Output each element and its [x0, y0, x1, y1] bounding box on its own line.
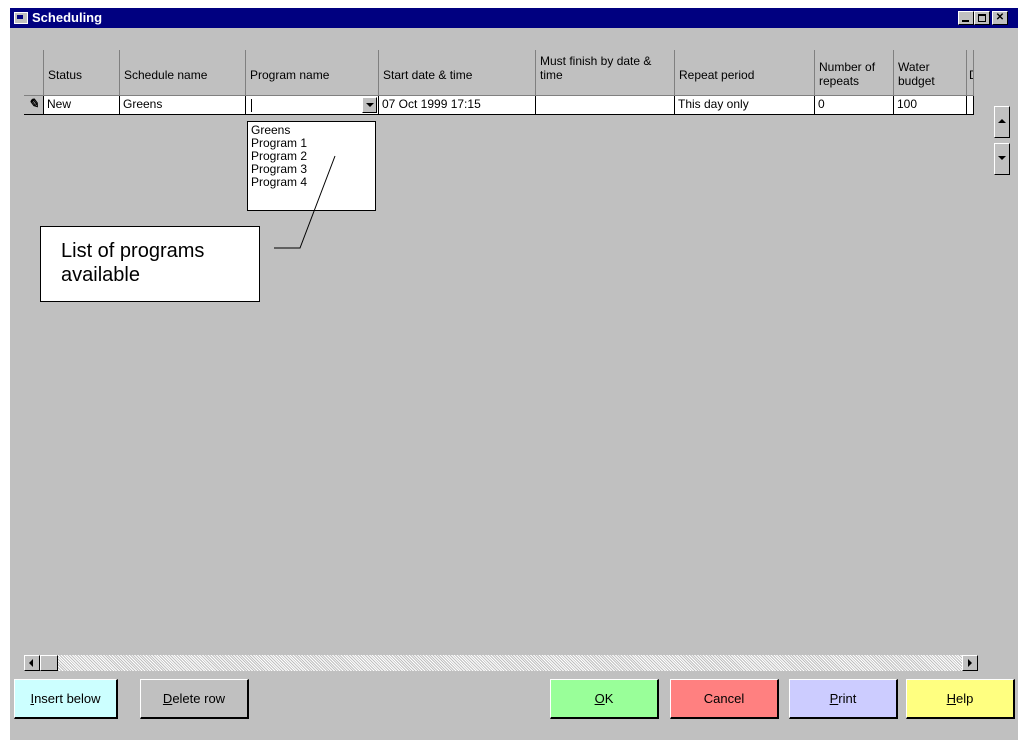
callout-line: [274, 155, 336, 249]
mnemonic: H: [946, 691, 957, 706]
column-header-label: Start date & time: [383, 68, 473, 82]
grid-header: Status Schedule name Program name Start …: [24, 50, 974, 96]
horizontal-scrollbar[interactable]: [24, 655, 978, 671]
column-header-label: Schedule name: [124, 68, 208, 82]
scroll-down-button[interactable]: [994, 143, 1010, 175]
list-item[interactable]: Program 4: [251, 176, 375, 189]
cell-d[interactable]: [967, 96, 974, 115]
close-icon: ✕: [995, 12, 1005, 23]
button-label: elp: [956, 691, 974, 706]
cell-schedule-name[interactable]: Greens: [120, 96, 246, 115]
button-label: K: [604, 691, 614, 706]
close-button[interactable]: ✕: [992, 11, 1008, 25]
print-button[interactable]: Print: [789, 679, 898, 719]
column-header-start-date[interactable]: Start date & time: [379, 50, 536, 96]
minimize-icon: [962, 20, 969, 22]
column-header-label: D: [969, 68, 973, 82]
column-header-status[interactable]: Status: [44, 50, 120, 96]
button-label: rint: [838, 691, 857, 706]
annotation-text: List of programs: [61, 240, 205, 262]
cell-repeat-period[interactable]: This day only: [675, 96, 815, 115]
mnemonic: P: [829, 691, 839, 706]
cell-water-budget[interactable]: 100: [894, 96, 967, 115]
scroll-thumb[interactable]: [40, 655, 58, 671]
cell-status[interactable]: New: [44, 96, 120, 115]
column-header-label: Repeat period: [679, 68, 755, 82]
mnemonic: D: [162, 691, 173, 706]
column-header-label: Must finish by date & time: [540, 54, 652, 82]
column-header-program-name[interactable]: Program name: [246, 50, 379, 96]
column-header-number-of-repeats[interactable]: Number of repeats: [815, 50, 894, 96]
cell-number-of-repeats[interactable]: 0: [815, 96, 894, 115]
column-header-label: Water budget: [898, 60, 935, 88]
maximize-icon: [978, 14, 986, 22]
text-caret: [251, 99, 252, 112]
table-row[interactable]: ✎ New Greens 07 Oct 1999 17:15 This day …: [24, 96, 974, 115]
insert-below-button[interactable]: Insert below: [14, 679, 118, 719]
minimize-button[interactable]: [958, 11, 974, 25]
cell-must-finish[interactable]: [536, 96, 675, 115]
ok-button[interactable]: OK: [550, 679, 659, 719]
scroll-up-button[interactable]: [994, 106, 1010, 138]
column-header-schedule-name[interactable]: Schedule name: [120, 50, 246, 96]
annotation-callout: List of programs available: [40, 226, 260, 302]
annotation-text: available: [61, 264, 140, 286]
cell-start-date[interactable]: 07 Oct 1999 17:15: [379, 96, 536, 115]
help-button[interactable]: Help: [906, 679, 1015, 719]
title-bar[interactable]: Scheduling ✕: [10, 8, 1018, 28]
delete-row-button[interactable]: Delete row: [140, 679, 249, 719]
button-label: nsert below: [34, 691, 101, 706]
column-header-label: Number of repeats: [819, 60, 876, 88]
app-window-icon: [14, 12, 28, 24]
button-label: elete row: [172, 691, 226, 706]
scroll-left-button[interactable]: [24, 655, 40, 671]
maximize-button[interactable]: [974, 11, 990, 25]
column-header-repeat-period[interactable]: Repeat period: [675, 50, 815, 96]
mnemonic: O: [594, 691, 605, 706]
column-header-must-finish[interactable]: Must finish by date & time: [536, 50, 675, 96]
column-header-d[interactable]: D: [967, 50, 974, 96]
program-name-combo[interactable]: [246, 96, 379, 115]
button-label: Cancel: [703, 691, 745, 706]
program-dropdown-list: Greens Program 1 Program 2 Program 3 Pro…: [247, 121, 376, 211]
cancel-button[interactable]: Cancel: [670, 679, 779, 719]
window-title: Scheduling: [32, 10, 103, 25]
chevron-down-icon[interactable]: [362, 97, 377, 113]
header-corner: [24, 50, 44, 96]
column-header-label: Status: [48, 68, 83, 82]
scroll-right-button[interactable]: [962, 655, 978, 671]
column-header-water-budget[interactable]: Water budget: [894, 50, 967, 96]
column-header-label: Program name: [250, 68, 330, 82]
row-selector-pencil-icon[interactable]: ✎: [24, 96, 44, 115]
scheduling-window: Scheduling ✕ Status Schedule name Progra…: [10, 8, 1018, 740]
